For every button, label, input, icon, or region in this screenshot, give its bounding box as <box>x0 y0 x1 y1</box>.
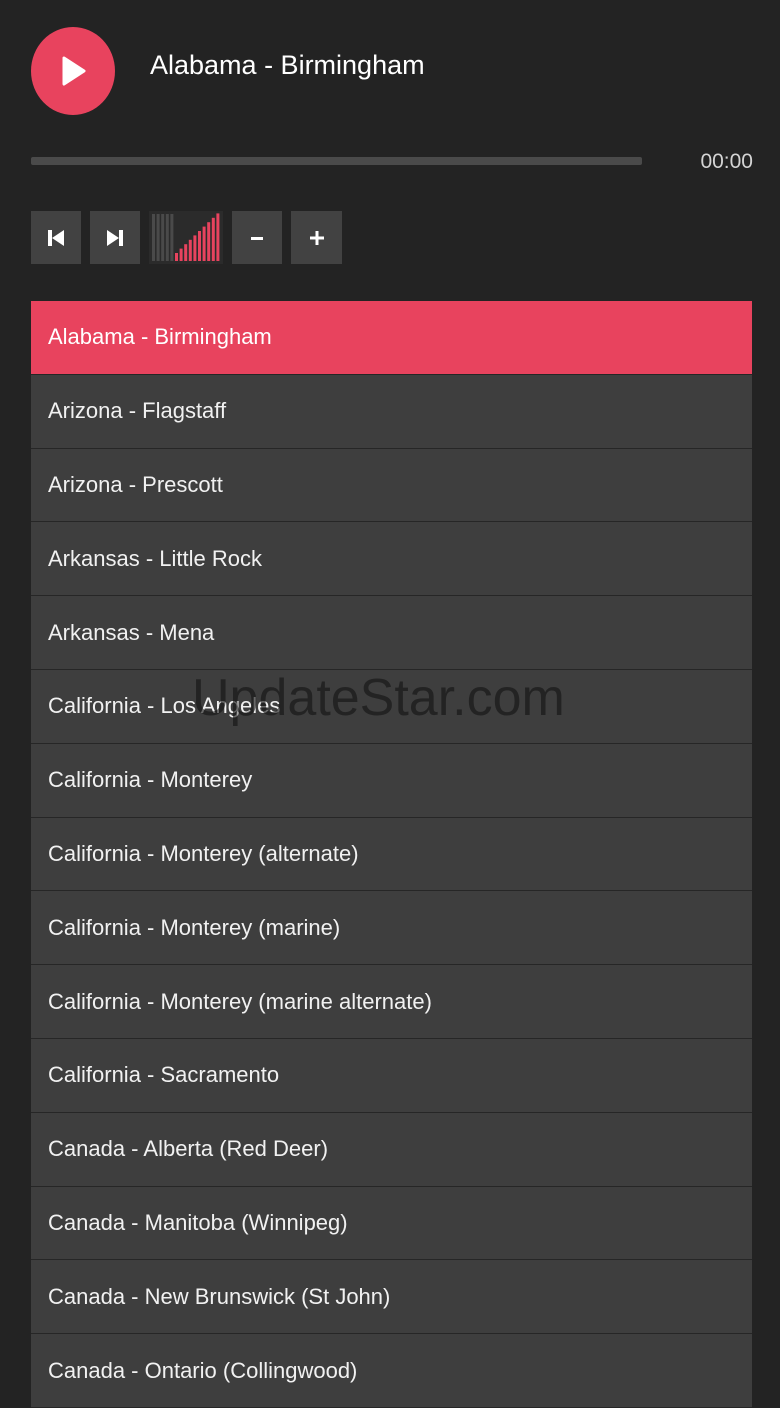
volume-bar <box>165 214 169 261</box>
playlist-item[interactable]: Arkansas - Little Rock <box>31 522 752 597</box>
volume-meter[interactable] <box>149 211 223 264</box>
time-display: 00:00 <box>700 150 753 173</box>
playlist-item[interactable]: Arkansas - Mena <box>31 596 752 670</box>
play-button[interactable] <box>31 27 115 115</box>
volume-bar <box>211 217 215 261</box>
volume-bar <box>188 239 192 261</box>
volume-bar <box>156 214 160 261</box>
volume-bar <box>184 244 188 261</box>
playlist-item[interactable]: Canada - New Brunswick (St John) <box>31 1260 752 1335</box>
volume-up-button[interactable] <box>291 211 342 264</box>
playlist-item[interactable]: California - Monterey (marine) <box>31 891 752 966</box>
playlist-item[interactable]: Canada - Alberta (Red Deer) <box>31 1112 752 1187</box>
playlist-item[interactable]: California - Los Angeles <box>31 669 752 744</box>
now-playing-title: Alabama - Birmingham <box>150 50 425 80</box>
volume-bar <box>207 222 211 261</box>
playlist-item[interactable]: California - Monterey (alternate) <box>31 817 752 892</box>
volume-bar <box>198 231 201 261</box>
volume-bar <box>175 253 178 261</box>
plus-icon <box>309 230 324 245</box>
playlist-item[interactable]: Arizona - Prescott <box>31 448 752 523</box>
playlist-item[interactable]: Alabama - Birmingham <box>31 301 752 375</box>
playlist-item[interactable]: California - Monterey <box>31 743 752 818</box>
playlist-item[interactable]: Arizona - Flagstaff <box>31 374 752 449</box>
playlist-item[interactable]: Canada - Ontario (Collingwood) <box>31 1334 752 1408</box>
volume-bar <box>161 214 165 261</box>
minus-icon <box>251 236 263 240</box>
progress-bar[interactable] <box>31 157 642 165</box>
volume-bar <box>152 214 155 261</box>
playlist: Alabama - Birmingham Arizona - Flagstaff A… <box>31 301 752 1408</box>
volume-bar <box>170 214 174 261</box>
volume-bar <box>193 235 197 261</box>
skip-previous-icon <box>48 229 64 246</box>
volume-level-icon <box>152 213 220 261</box>
volume-down-button[interactable] <box>232 211 282 264</box>
playlist-item[interactable]: California - Monterey (marine alternate) <box>31 965 752 1039</box>
play-icon <box>62 56 86 86</box>
next-button[interactable] <box>90 211 140 264</box>
previous-button[interactable] <box>31 211 81 264</box>
playlist-item[interactable]: Canada - Manitoba (Winnipeg) <box>31 1186 752 1261</box>
volume-bar <box>179 248 183 261</box>
volume-bar <box>216 213 220 261</box>
playlist-item[interactable]: California - Sacramento <box>31 1038 752 1113</box>
skip-next-icon <box>107 229 123 246</box>
volume-bar <box>202 226 206 261</box>
